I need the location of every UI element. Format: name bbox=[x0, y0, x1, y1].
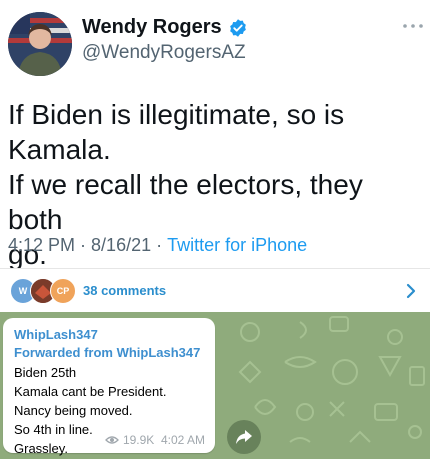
message-time: 4:02 AM bbox=[160, 433, 205, 447]
tweet-text-line: If Biden is illegitimate, so is Kamala. bbox=[8, 99, 345, 165]
verified-badge-icon bbox=[229, 18, 246, 37]
tweet-card: Wendy Rogers @WendyRogersAZ If Biden is … bbox=[0, 0, 430, 270]
author-name[interactable]: Wendy Rogers bbox=[82, 16, 222, 39]
author-row: Wendy Rogers bbox=[82, 16, 248, 39]
commenter-avatars: W CP bbox=[10, 278, 76, 304]
commenter-avatar: CP bbox=[50, 278, 76, 304]
meta-separator: · bbox=[75, 235, 92, 255]
share-button[interactable] bbox=[227, 420, 261, 454]
message-line: Kamala cant be President. bbox=[14, 384, 167, 399]
comments-count-link[interactable]: 38 comments bbox=[83, 283, 166, 298]
message-bubble[interactable]: WhipLash347 Forwarded from WhipLash347 B… bbox=[3, 318, 215, 456]
message-line: Nancy being moved. bbox=[14, 403, 133, 418]
eye-icon bbox=[105, 436, 119, 444]
message-sender[interactable]: WhipLash347 bbox=[14, 327, 98, 342]
profile-avatar[interactable] bbox=[8, 12, 72, 76]
chevron-right-icon[interactable] bbox=[406, 283, 416, 299]
tweet-source-link[interactable]: Twitter for iPhone bbox=[167, 235, 307, 256]
view-count: 19.9K bbox=[122, 433, 155, 447]
tweet-meta: 4:12 PM · 8/16/21 · Twitter for iPhone bbox=[8, 235, 307, 256]
forwarded-from-label[interactable]: Forwarded from WhipLash347 bbox=[14, 345, 200, 360]
tweet-date[interactable]: 8/16/21 bbox=[91, 235, 151, 256]
chat-background: WhipLash347 Forwarded from WhipLash347 B… bbox=[0, 312, 430, 459]
more-options-icon[interactable] bbox=[402, 22, 424, 30]
message-line: Biden 25th bbox=[14, 365, 77, 380]
tweet-text-line: If we recall the electors, they both bbox=[8, 169, 363, 235]
tweet-time[interactable]: 4:12 PM bbox=[8, 235, 75, 256]
meta-separator: · bbox=[151, 235, 168, 255]
comments-bar[interactable]: W CP 38 comments bbox=[0, 268, 430, 313]
author-handle[interactable]: @WendyRogersAZ bbox=[82, 42, 246, 64]
message-footer: 19.9K 4:02 AM bbox=[105, 433, 205, 447]
share-arrow-icon bbox=[236, 430, 252, 444]
